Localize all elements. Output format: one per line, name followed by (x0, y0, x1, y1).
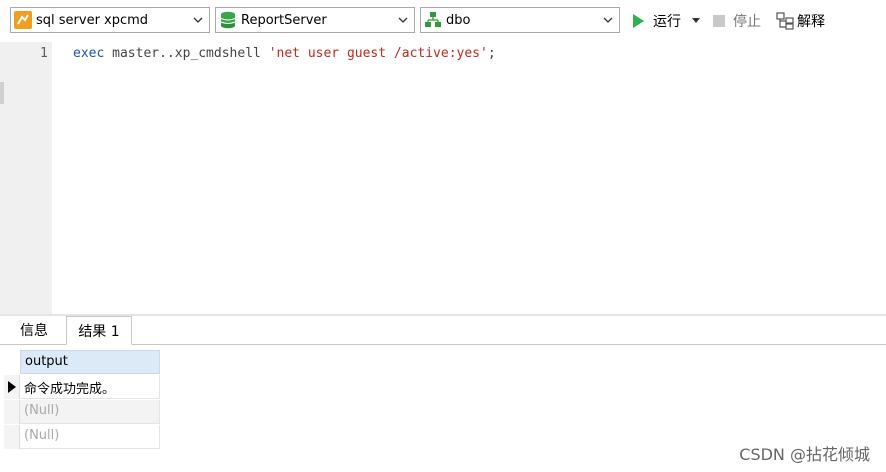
watermark: CSDN @拈花倾城 (739, 445, 870, 464)
cell-value: (Null) (24, 428, 60, 443)
chevron-down-icon[interactable] (397, 12, 409, 28)
sql-keyword: exec (73, 46, 105, 61)
code-line[interactable]: exec master..xp_cmdshell 'net user guest… (73, 46, 496, 61)
tab-result-1[interactable]: 结果 1 (66, 316, 132, 345)
column-header-output[interactable]: output (20, 350, 160, 374)
connection-icon (14, 11, 32, 29)
sql-editor[interactable]: 1 exec master..xp_cmdshell 'net user gue… (0, 42, 886, 314)
column-header-label: output (25, 354, 68, 369)
run-label: 运行 (653, 14, 681, 30)
line-number: 1 (40, 46, 48, 61)
chevron-down-icon[interactable] (602, 12, 614, 28)
gutter-marker (0, 82, 4, 104)
cell-value: 命令成功完成。 (24, 382, 116, 397)
connection-select[interactable]: sql server xpcmd (10, 7, 210, 33)
database-select[interactable]: ReportServer (215, 7, 415, 33)
row-indicator[interactable] (4, 400, 20, 424)
sql-terminator: ; (487, 46, 496, 61)
run-button[interactable]: 运行 (630, 11, 681, 31)
stop-button[interactable]: 停止 (712, 11, 761, 31)
run-dropdown-icon[interactable] (692, 18, 700, 24)
explain-icon (776, 12, 794, 30)
database-label: ReportServer (241, 12, 327, 28)
schema-select[interactable]: dbo (420, 7, 620, 33)
stop-icon (713, 15, 725, 27)
tab-info[interactable]: 信息 (8, 316, 60, 344)
sql-string: 'net user guest /active:yes' (268, 46, 488, 61)
chevron-down-icon[interactable] (192, 12, 204, 28)
sql-text: master..xp_cmdshell (104, 46, 269, 61)
table-cell[interactable]: (Null) (20, 400, 160, 424)
result-tabs: 信息 结果 1 (0, 316, 886, 345)
toolbar: sql server xpcmd ReportServer dbo 运行 停止 … (0, 0, 886, 42)
stop-label: 停止 (733, 14, 761, 30)
explain-label: 解释 (797, 14, 825, 30)
table-cell[interactable]: 命令成功完成。 (20, 375, 160, 399)
database-icon (220, 11, 236, 29)
schema-label: dbo (446, 12, 471, 28)
table-cell[interactable]: (Null) (20, 425, 160, 449)
row-indicator[interactable] (4, 375, 20, 399)
current-row-arrow-icon (8, 381, 16, 393)
row-indicator[interactable] (4, 425, 20, 449)
play-icon (633, 14, 644, 28)
tab-info-label: 信息 (20, 323, 48, 339)
tab-result-label: 结果 1 (78, 323, 120, 340)
line-gutter (0, 42, 52, 314)
schema-icon (425, 12, 441, 27)
explain-button[interactable]: 解释 (776, 11, 825, 31)
cell-value: (Null) (24, 403, 60, 418)
connection-label: sql server xpcmd (36, 12, 149, 28)
